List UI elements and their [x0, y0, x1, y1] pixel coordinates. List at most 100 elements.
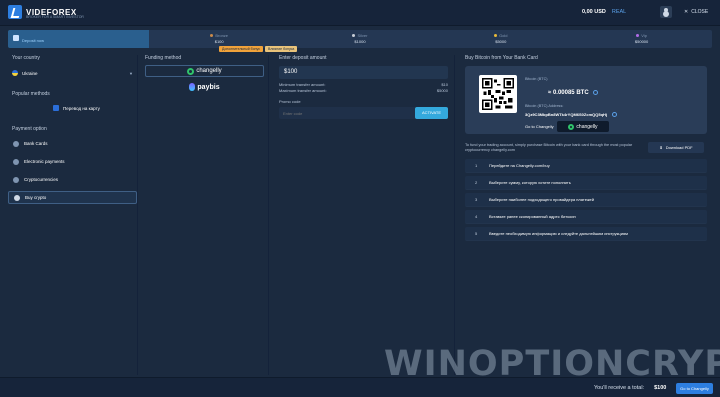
- gold-dot-icon: [494, 34, 498, 38]
- deposit-amount-panel: Enter deposit amount $100 Minimum transf…: [273, 55, 455, 375]
- tier-deposit-now[interactable]: Deposit now: [8, 30, 149, 48]
- wallet-icon: [13, 158, 19, 165]
- go-to-changelly-button[interactable]: Go to Changelly: [676, 383, 713, 394]
- tier-amount: $1000: [354, 39, 366, 44]
- buy-crypto-icon: [14, 194, 20, 201]
- tier-name: Silver: [357, 33, 368, 38]
- info-icon[interactable]: [592, 90, 598, 95]
- steps-list: 1 Перейдите на Changelly.com/buy 2 Выберит…: [465, 158, 707, 241]
- card-transfer-icon: [53, 105, 59, 111]
- tier-amount: $5000: [495, 39, 507, 44]
- account-type-tag: REAL: [611, 9, 627, 15]
- payment-options-panel: Your country Ukraine ▼ Popular methods П…: [8, 55, 138, 375]
- tier-name: Deposit now: [22, 38, 45, 43]
- option-label: Bank Cards: [24, 141, 48, 146]
- btc-amount: ≈ 0.00085 BTC: [548, 90, 598, 96]
- close-label: CLOSE: [691, 9, 709, 15]
- goto-provider-label: Go to Changelly: [525, 124, 554, 129]
- bonus-tag: Влияние бонуса: [265, 46, 298, 52]
- tier-amount: $50000: [634, 39, 649, 44]
- popular-methods-label: Popular methods: [12, 91, 50, 97]
- vip-dot-icon: [636, 34, 640, 38]
- min-transfer-row: Minimum transfer amount: $10: [279, 82, 448, 87]
- buy-bitcoin-title: Buy Bitcoin from Your Bank Card: [465, 55, 538, 61]
- option-bank-cards[interactable]: Bank Cards: [8, 137, 137, 150]
- balance-value: 0,00 USD: [582, 9, 606, 15]
- logo-subtitle: BROKER FOR A SMART INVESTOR: [26, 15, 84, 19]
- payment-option-label: Payment option: [12, 126, 47, 132]
- btc-amount-value: ≈ 0.00085 BTC: [548, 90, 589, 97]
- download-pdf-label: Download PDF: [665, 145, 693, 150]
- tier-name: Bronze: [215, 33, 229, 38]
- changelly-logo-icon: [187, 67, 195, 75]
- popular-method-card-transfer[interactable]: Перевод на карту: [53, 105, 137, 111]
- btc-label: Bitcoin (BTC): [525, 77, 548, 81]
- step-text: Выберите сумму, которую хотите пополнить: [489, 179, 571, 185]
- promo-code-row: ACTIVATE: [279, 107, 448, 119]
- activate-button[interactable]: ACTIVATE: [415, 107, 448, 119]
- step-item: 1 Перейдите на Changelly.com/buy: [465, 158, 707, 173]
- step-text: Вставьте ранее скопированный адрес битко…: [489, 213, 576, 219]
- checkbox-icon: [13, 35, 19, 41]
- qr-code-icon: [479, 75, 517, 113]
- max-transfer-label: Maximum transfer amount:: [279, 88, 327, 93]
- promo-code-label: Promo code: [279, 99, 301, 104]
- step-text: Перейдите на Changelly.com/buy: [489, 162, 550, 168]
- tier-gold[interactable]: Gold $5000: [430, 30, 571, 48]
- close-button[interactable]: ✕ CLOSE: [684, 9, 708, 15]
- provider-name: changelly: [576, 123, 598, 130]
- provider-name: paybis: [197, 83, 220, 91]
- changelly-logo-icon: [568, 123, 575, 130]
- logo: VIDEFOREX BROKER FOR A SMART INVESTOR: [8, 5, 84, 19]
- option-electronic-payments[interactable]: Electronic payments: [8, 155, 137, 168]
- paybis-logo-icon: [189, 83, 196, 91]
- deposit-amount-input[interactable]: $100: [279, 66, 448, 79]
- funding-method-label: Funding method: [145, 55, 182, 61]
- step-text: Введите необходимую информацию и следуйт…: [489, 230, 628, 236]
- btc-address-label: Bitcoin (BTC) Address:: [525, 104, 564, 108]
- copy-icon[interactable]: [612, 112, 618, 118]
- step-item: 4 Вставьте ранее скопированный адрес битк…: [465, 209, 707, 224]
- crypto-icon: [13, 176, 19, 183]
- download-pdf-button[interactable]: ⬇ Download PDF: [648, 142, 704, 153]
- step-text: Выберите наиболее подходящего провайдера…: [489, 196, 595, 202]
- tier-strip: Deposit now Bronze $100 Silver $1000 Gol…: [8, 30, 712, 48]
- option-label: Buy crypto: [25, 195, 47, 200]
- country-label: Your country: [12, 55, 40, 61]
- total-summary: You'll receive a total: $100: [594, 385, 666, 391]
- bonus-tags: Дополнительный бонус Влияние бонуса: [219, 46, 298, 52]
- step-item: 2 Выберите сумму, которую хотите пополнит…: [465, 175, 707, 190]
- step-item: 3 Выберите наиболее подходящего провайдер…: [465, 192, 707, 207]
- total-value: $100: [654, 385, 667, 391]
- user-avatar-icon[interactable]: [660, 6, 672, 18]
- option-cryptocurrencies[interactable]: Cryptocurrencies: [8, 173, 137, 186]
- btc-address[interactable]: 3Qz9C3MbpBn8WTk4rYQM6S0ZcmQQ5qHj: [525, 112, 618, 118]
- btc-address-value: 3Qz9C3MbpBn8WTk4rYQM6S0ZcmQQ5qHj: [525, 112, 608, 117]
- bronze-dot-icon: [210, 34, 214, 38]
- bitcoin-address-card: Bitcoin (BTC) ≈ 0.00085 BTC Bitcoin (BTC…: [465, 66, 707, 134]
- promo-code-input[interactable]: [279, 107, 415, 119]
- tier-vip[interactable]: Vip $50000: [571, 30, 712, 48]
- provider-name: changelly: [196, 68, 222, 74]
- download-icon: ⬇: [659, 145, 663, 150]
- silver-dot-icon: [352, 34, 356, 38]
- provider-changelly[interactable]: changelly: [145, 65, 264, 77]
- provider-paybis[interactable]: paybis: [145, 81, 264, 93]
- min-transfer-label: Minimum transfer amount:: [279, 82, 326, 87]
- total-label: You'll receive a total:: [594, 385, 645, 391]
- buy-bitcoin-panel: Buy Bitcoin from Your Bank Card Bitcoin …: [459, 55, 713, 375]
- step-item: 5 Введите необходимую информацию и следуй…: [465, 226, 707, 241]
- tier-name: Gold: [499, 33, 508, 38]
- watermark: WINOPTIONCRYPTO.COM: [384, 344, 720, 384]
- tier-silver[interactable]: Silver $1000: [290, 30, 431, 48]
- top-bar: VIDEFOREX BROKER FOR A SMART INVESTOR 0,…: [0, 0, 720, 26]
- bank-card-icon: [13, 140, 19, 147]
- account-balance[interactable]: 0,00 USD REAL: [582, 9, 626, 15]
- deposit-amount-label: Enter deposit amount: [279, 55, 327, 61]
- goto-changelly-button[interactable]: changelly: [557, 121, 609, 132]
- country-select[interactable]: Ukraine ▼: [12, 67, 133, 79]
- max-transfer-value: $5000: [436, 88, 448, 93]
- option-buy-crypto[interactable]: Buy crypto: [8, 191, 137, 204]
- tier-amount: $100: [214, 39, 224, 44]
- max-transfer-row: Maximum transfer amount: $5000: [279, 88, 448, 93]
